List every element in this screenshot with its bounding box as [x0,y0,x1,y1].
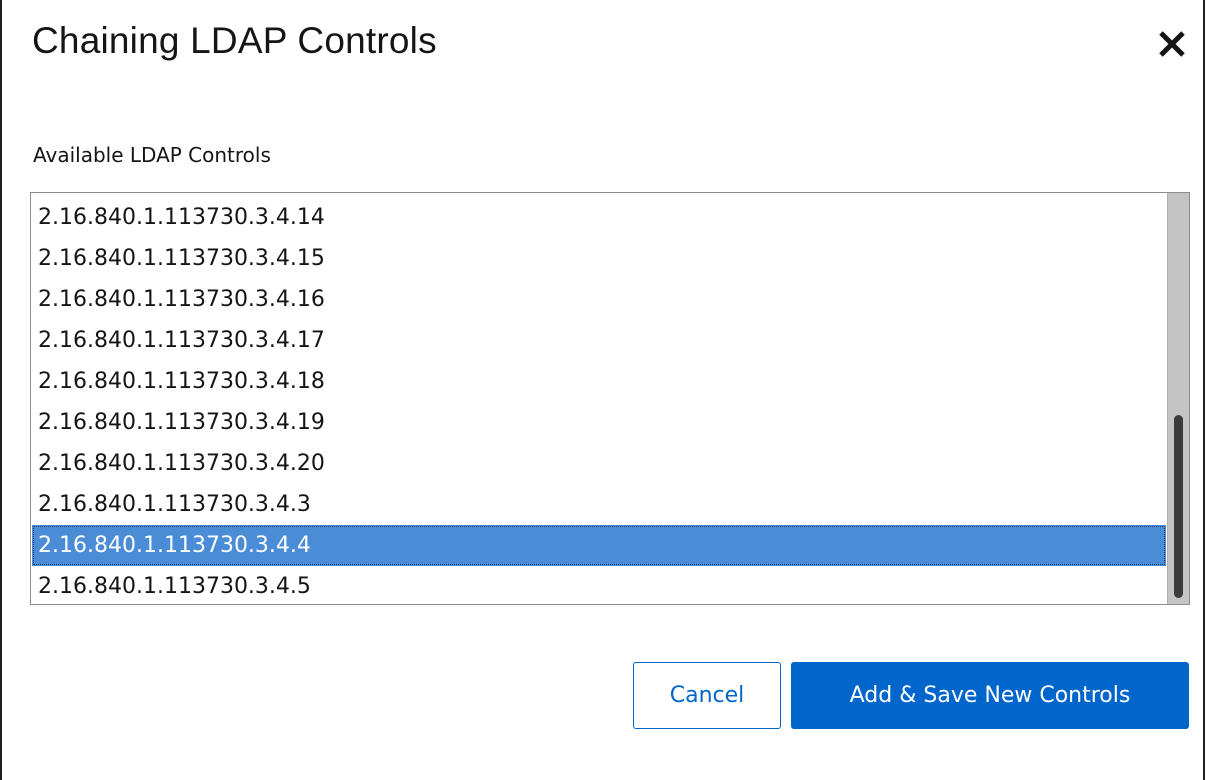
list-item[interactable]: 2.16.840.1.113730.3.4.4 [32,525,1166,566]
list-item[interactable]: 2.16.840.1.113730.3.4.5 [32,566,1166,604]
list-item[interactable]: 2.16.840.1.113730.3.4.14 [32,197,1166,238]
scrollbar-thumb[interactable] [1174,415,1183,598]
available-ldap-controls-label: Available LDAP Controls [33,143,271,167]
list-item[interactable]: 2.16.840.1.113730.3.4.17 [32,320,1166,361]
close-button[interactable] [1152,24,1192,64]
list-item[interactable]: 2.16.840.1.113730.3.4.20 [32,443,1166,484]
list-item[interactable]: 2.16.840.1.113730.3.4.19 [32,402,1166,443]
list-item[interactable]: 2.16.840.1.113730.3.4.15 [32,238,1166,279]
available-ldap-controls-listbox[interactable]: 2.16.840.1.113730.3.4.14 2.16.840.1.11373… [30,192,1190,605]
close-icon [1152,24,1192,64]
add-save-new-controls-button[interactable]: Add & Save New Controls [791,662,1189,729]
list-item[interactable]: 2.16.840.1.113730.3.4.16 [32,279,1166,320]
controls-list: 2.16.840.1.113730.3.4.14 2.16.840.1.11373… [32,197,1166,604]
list-item[interactable]: 2.16.840.1.113730.3.4.3 [32,484,1166,525]
cancel-button[interactable]: Cancel [633,662,781,729]
chaining-ldap-controls-dialog: Chaining LDAP Controls Available LDAP Co… [0,0,1205,780]
dialog-title: Chaining LDAP Controls [32,20,437,61]
list-item[interactable]: 2.16.840.1.113730.3.4.18 [32,361,1166,402]
listbox-scrollbar[interactable] [1167,193,1189,604]
